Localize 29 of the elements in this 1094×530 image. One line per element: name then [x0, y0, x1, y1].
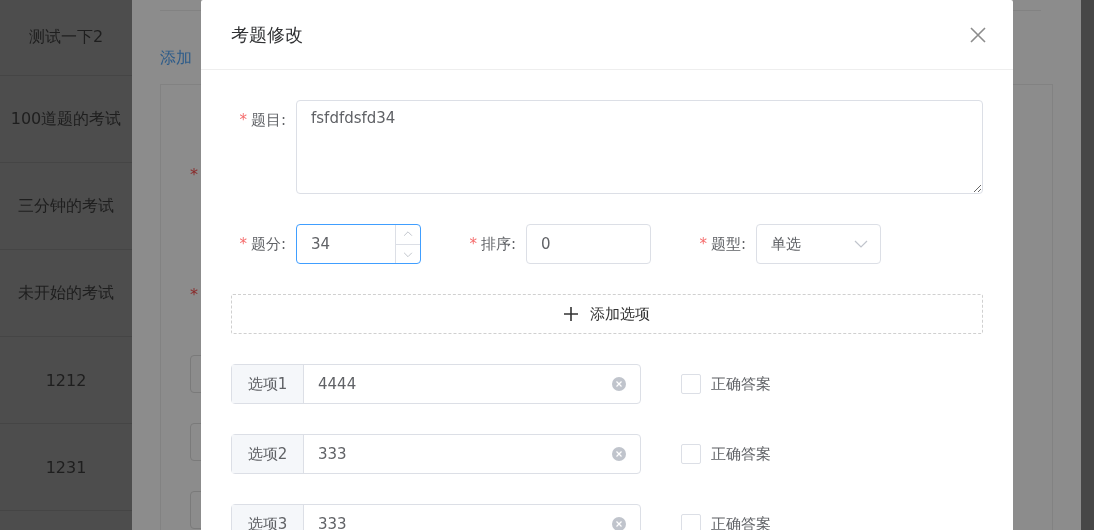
dialog-title: 考题修改: [231, 22, 303, 47]
correct-answer-checkbox[interactable]: 正确答案: [681, 514, 771, 530]
field-label: 题目:: [250, 110, 286, 131]
close-icon[interactable]: [970, 26, 986, 43]
required-mark: *: [190, 165, 198, 184]
required-mark: *: [239, 110, 247, 131]
required-mark: *: [469, 234, 477, 255]
scrollbar-track[interactable]: [1081, 0, 1094, 530]
field-label: 题分:: [250, 234, 286, 255]
option-input[interactable]: 选项1 4444: [231, 364, 641, 404]
add-option-button[interactable]: 添加选项: [231, 294, 983, 334]
option-input[interactable]: 选项2 333: [231, 434, 641, 474]
input-field[interactable]: 0: [526, 224, 651, 264]
question-textarea[interactable]: fsfdfdsfd34: [296, 100, 983, 194]
field-label: 排序:: [480, 234, 516, 255]
correct-answer-checkbox[interactable]: 正确答案: [681, 374, 771, 394]
select-field[interactable]: 单选: [756, 224, 881, 264]
clear-icon[interactable]: [612, 447, 626, 461]
input-field[interactable]: 34: [296, 224, 421, 264]
plus-icon: [564, 307, 578, 321]
required-mark: *: [190, 285, 198, 304]
required-mark: *: [699, 234, 707, 255]
required-mark: *: [239, 234, 247, 255]
clear-icon[interactable]: [612, 517, 626, 530]
chevron-down-icon: [854, 240, 868, 248]
clear-icon[interactable]: [612, 377, 626, 391]
correct-answer-checkbox[interactable]: 正确答案: [681, 444, 771, 464]
field-label: 题型:: [710, 234, 746, 255]
option-input[interactable]: 选项3 333: [231, 504, 641, 530]
